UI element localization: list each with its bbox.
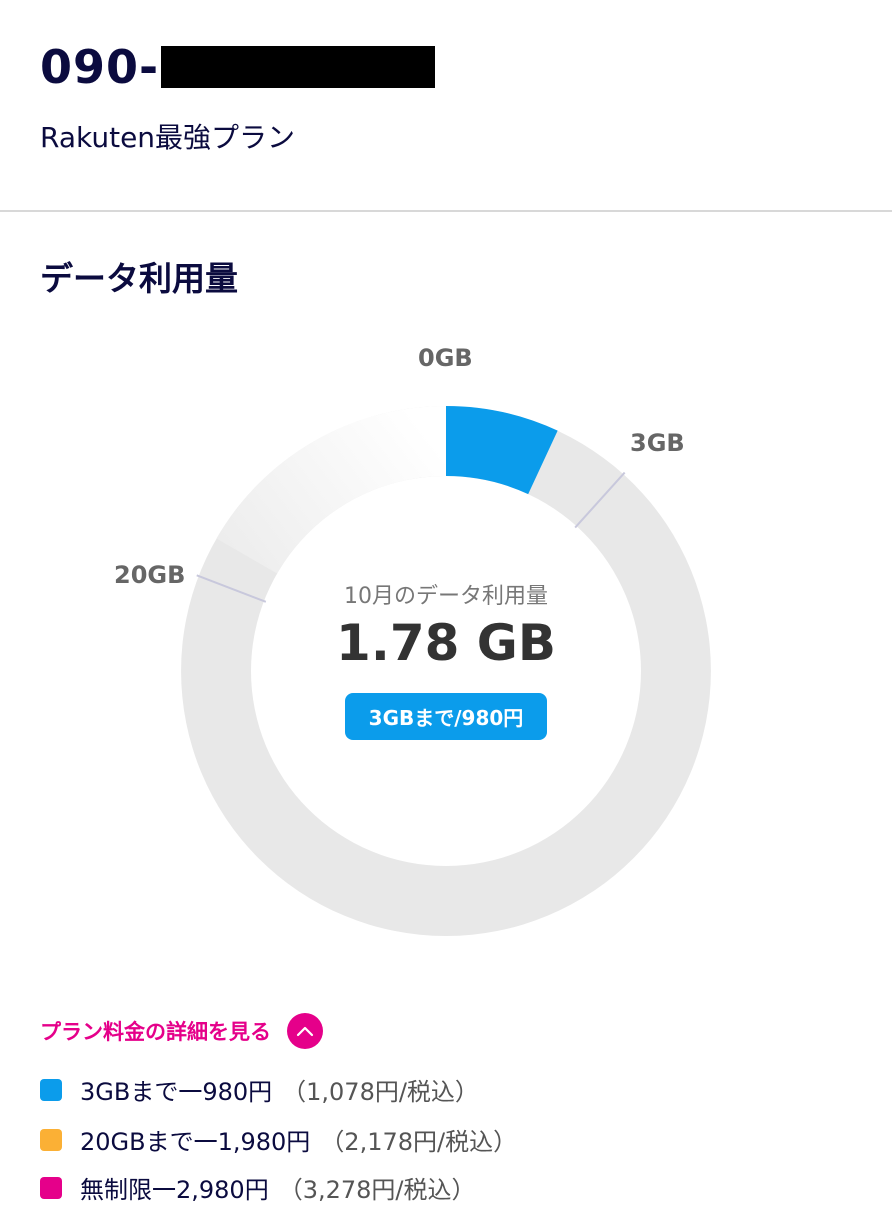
legend-item-20gb: 20GBまで一1,980円 （2,178円/税込） [40, 1122, 517, 1157]
ring-label-0gb: 0GB [418, 344, 473, 372]
plan-details-link[interactable]: プラン料金の詳細を見る [40, 1016, 271, 1046]
ring-label-3gb: 3GB [630, 429, 685, 457]
ring-label-20gb: 20GB [114, 561, 186, 589]
legend-item-unlimited: 無制限一2,980円 （3,278円/税込） [40, 1170, 476, 1205]
usage-caption: 10月のデータ利用量 [344, 584, 548, 609]
legend-swatch-orange [40, 1128, 62, 1151]
legend-swatch-blue [40, 1078, 62, 1101]
legend-price: 20GBまで一1,980円 [80, 1128, 311, 1156]
legend-price: 無制限一2,980円 [80, 1176, 269, 1204]
chevron-up-icon[interactable] [287, 1013, 323, 1049]
legend-price: 3GBまで一980円 [80, 1078, 273, 1106]
legend-swatch-pink [40, 1176, 62, 1199]
legend-tax-price: （1,078円/税込） [282, 1078, 479, 1106]
ring-fade-segment [216, 406, 446, 574]
legend-item-3gb: 3GBまで一980円 （1,078円/税込） [40, 1072, 479, 1107]
usage-donut-chart [181, 406, 711, 936]
legend-tax-price: （2,178円/税込） [320, 1128, 518, 1156]
usage-value: 1.78 GB [336, 614, 556, 672]
legend-tax-price: （3,278円/税込） [278, 1176, 476, 1204]
plan-details-toggle[interactable]: プラン料金の詳細を見る [40, 1013, 323, 1049]
current-tier-badge: 3GBまで/980円 [345, 693, 547, 740]
